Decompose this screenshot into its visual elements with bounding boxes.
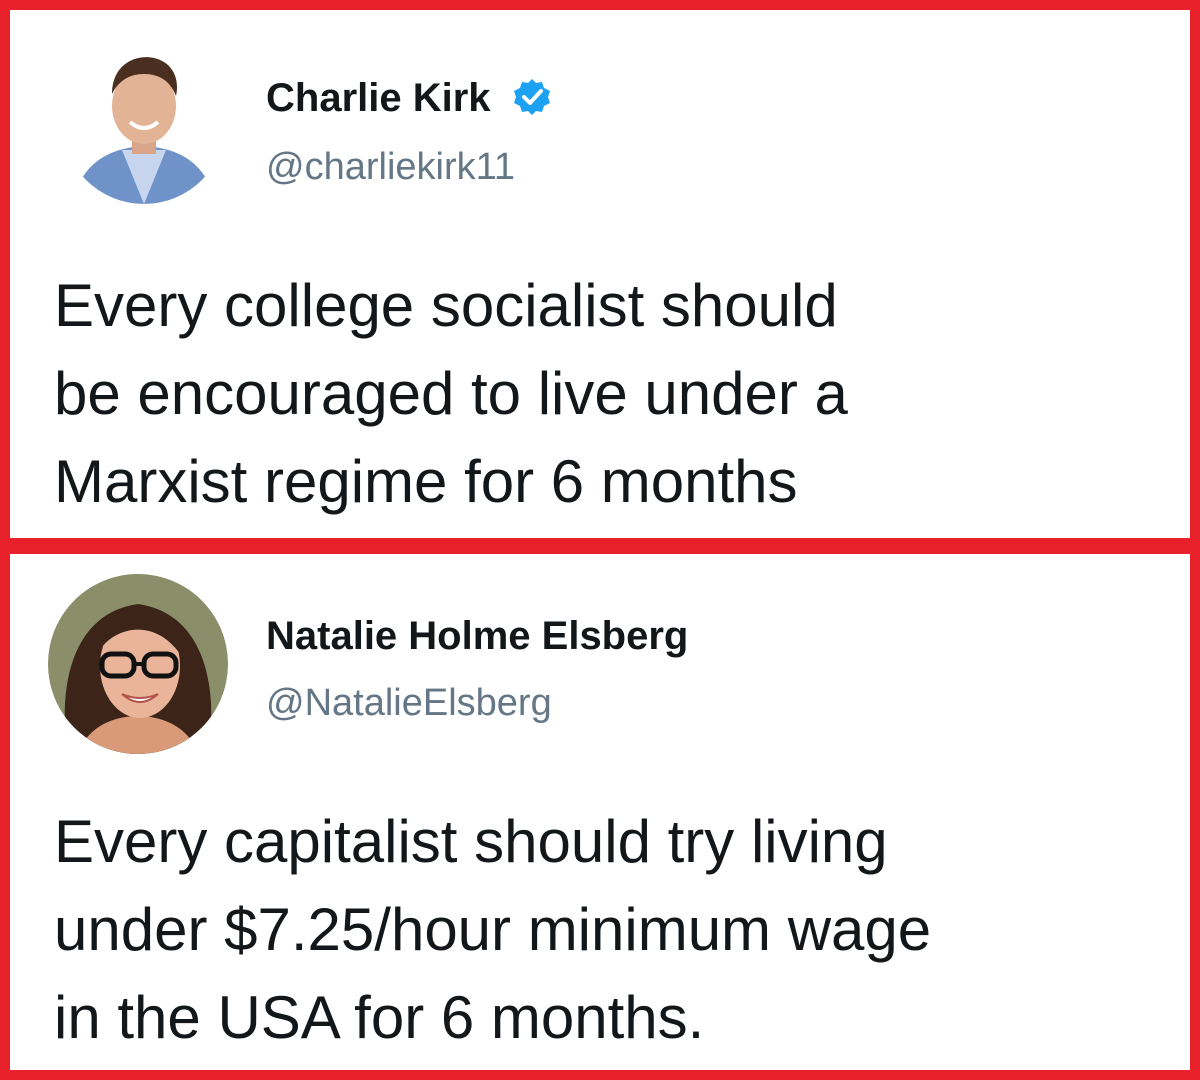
verified-badge-icon bbox=[513, 79, 550, 116]
tweet-card-2: Natalie Holme Elsberg @NatalieElsberg Ev… bbox=[0, 544, 1200, 1080]
avatar-photo-icon bbox=[48, 574, 228, 754]
tweet-text-line: Marxist regime for 6 months bbox=[54, 448, 798, 515]
tweet-text-line: be encouraged to live under a bbox=[54, 360, 848, 427]
avatar-photo-icon bbox=[62, 40, 226, 204]
author-name-text: Charlie Kirk bbox=[266, 76, 491, 120]
author-name[interactable]: Charlie Kirk bbox=[266, 74, 552, 122]
author-handle[interactable]: @charliekirk11 bbox=[266, 144, 515, 190]
author-name[interactable]: Natalie Holme Elsberg bbox=[266, 612, 688, 660]
author-handle[interactable]: @NatalieElsberg bbox=[266, 680, 552, 726]
author-name-text: Natalie Holme Elsberg bbox=[266, 614, 689, 658]
tweet-card-1: Charlie Kirk @charliekirk11 Every colleg… bbox=[0, 0, 1200, 548]
tweet-text: Every capitalist should try living under… bbox=[54, 798, 931, 1062]
avatar[interactable] bbox=[48, 574, 228, 754]
tweet-text-line: Every capitalist should try living bbox=[54, 808, 888, 875]
avatar[interactable] bbox=[62, 40, 226, 204]
tweet-text: Every college socialist should be encour… bbox=[54, 262, 848, 526]
tweet-text-line: in the USA for 6 months. bbox=[54, 984, 705, 1051]
tweet-text-line: under $7.25/hour minimum wage bbox=[54, 896, 932, 963]
tweet-text-line: Every college socialist should bbox=[54, 272, 838, 339]
